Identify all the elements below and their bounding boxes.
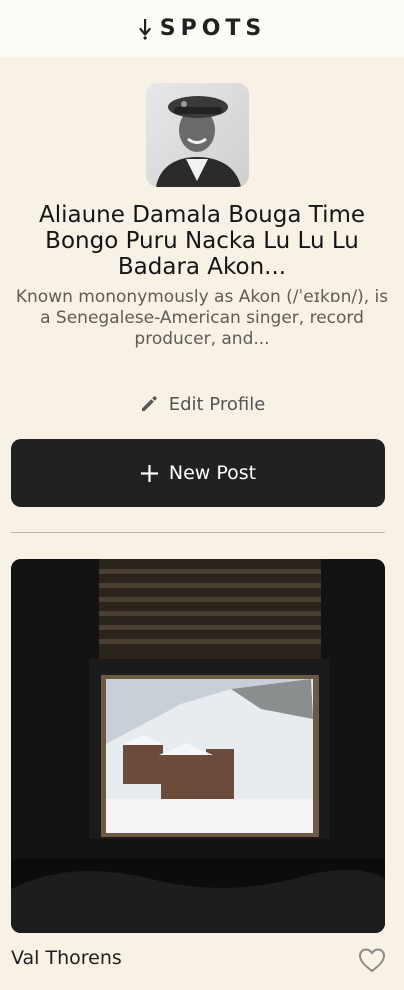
edit-profile-label: Edit Profile (168, 393, 266, 415)
plus-icon (140, 464, 158, 482)
brand-logo[interactable]: SPOTS (138, 16, 267, 41)
new-post-label: New Post (168, 462, 257, 484)
post-title: Val Thorens (11, 947, 122, 969)
anchor-down-icon (139, 18, 151, 40)
avatar[interactable] (146, 83, 249, 187)
edit-profile-button[interactable]: Edit Profile (124, 388, 280, 420)
profile-bio: Known mononymously as Akon (/ˈeɪkɒn/), i… (15, 287, 389, 349)
brand-name: SPOTS (159, 16, 267, 41)
app-root: SPOTS Aliaune Damala Bouga Time Bongo Pu… (0, 0, 404, 990)
heart-icon (358, 948, 386, 973)
post-image[interactable] (11, 559, 385, 933)
section-divider (11, 532, 385, 533)
pencil-icon (141, 396, 157, 411)
like-button[interactable] (357, 945, 387, 975)
profile-photo (146, 83, 249, 187)
profile-name: Aliaune Damala Bouga Time Bongo Puru Nac… (38, 202, 366, 280)
mountain-window-photo (11, 559, 385, 933)
new-post-button[interactable]: New Post (11, 439, 385, 507)
app-header: SPOTS (0, 0, 404, 57)
